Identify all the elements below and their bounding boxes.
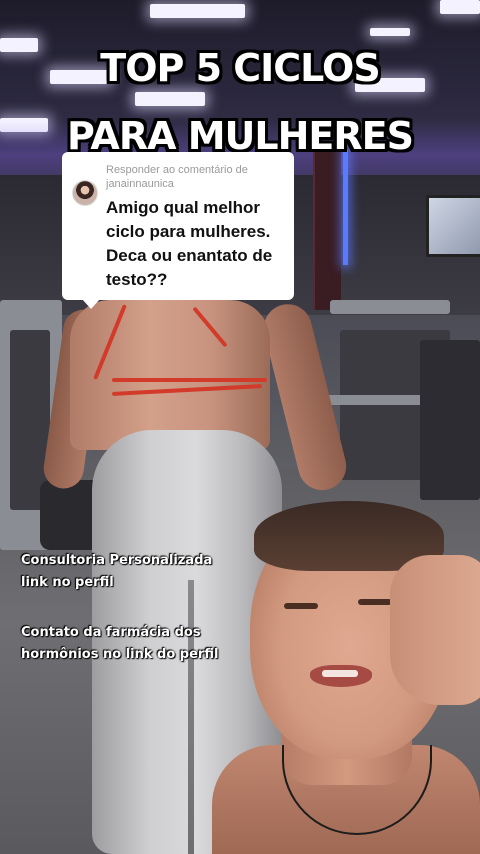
reply-header: Responder ao comentário de janainnaunica bbox=[106, 163, 286, 191]
consultancy-caption: Consultoria Personalizada link no perfil bbox=[21, 550, 212, 594]
reply-comment-text: Amigo qual melhor ciclo para mulheres. D… bbox=[106, 196, 290, 292]
reply-prefix: Responder ao comentário de bbox=[106, 164, 248, 176]
gym-machine bbox=[330, 300, 450, 314]
caption-line: hormônios no link do perfil bbox=[21, 647, 219, 662]
ceiling-light bbox=[150, 4, 245, 18]
creator-eye bbox=[284, 603, 318, 609]
comment-line: testo?? bbox=[106, 270, 168, 289]
user-avatar-icon[interactable] bbox=[72, 180, 98, 206]
creator-hand bbox=[390, 555, 480, 705]
caption-line: Contato da farmácia dos bbox=[21, 625, 201, 640]
person-back bbox=[70, 300, 270, 450]
caption-line: link no perfil bbox=[21, 575, 114, 590]
headline-line-1: TOP 5 CICLOS bbox=[100, 46, 380, 90]
comment-line: Deca ou enantato de bbox=[106, 246, 273, 265]
creator-teeth bbox=[322, 670, 358, 677]
video-headline: TOP 5 CICLOS PARA MULHERES bbox=[0, 34, 480, 170]
caption-line: Consultoria Personalizada bbox=[21, 553, 213, 568]
ceiling-light bbox=[440, 0, 480, 14]
comment-line: Amigo qual melhor bbox=[106, 198, 260, 217]
gym-machine bbox=[420, 340, 480, 500]
top-strap bbox=[112, 378, 267, 382]
reply-username[interactable]: janainnaunica bbox=[106, 177, 286, 191]
pharmacy-caption: Contato da farmácia dos hormônios no lin… bbox=[21, 622, 218, 666]
wall-tv bbox=[426, 195, 480, 257]
comment-line: ciclo para mulheres. bbox=[106, 222, 271, 241]
creator-eye bbox=[358, 599, 392, 605]
creator-face-overlay bbox=[212, 495, 480, 854]
gym-banner bbox=[313, 150, 341, 310]
reply-comment-card[interactable]: Responder ao comentário de janainnaunica… bbox=[62, 152, 294, 309]
